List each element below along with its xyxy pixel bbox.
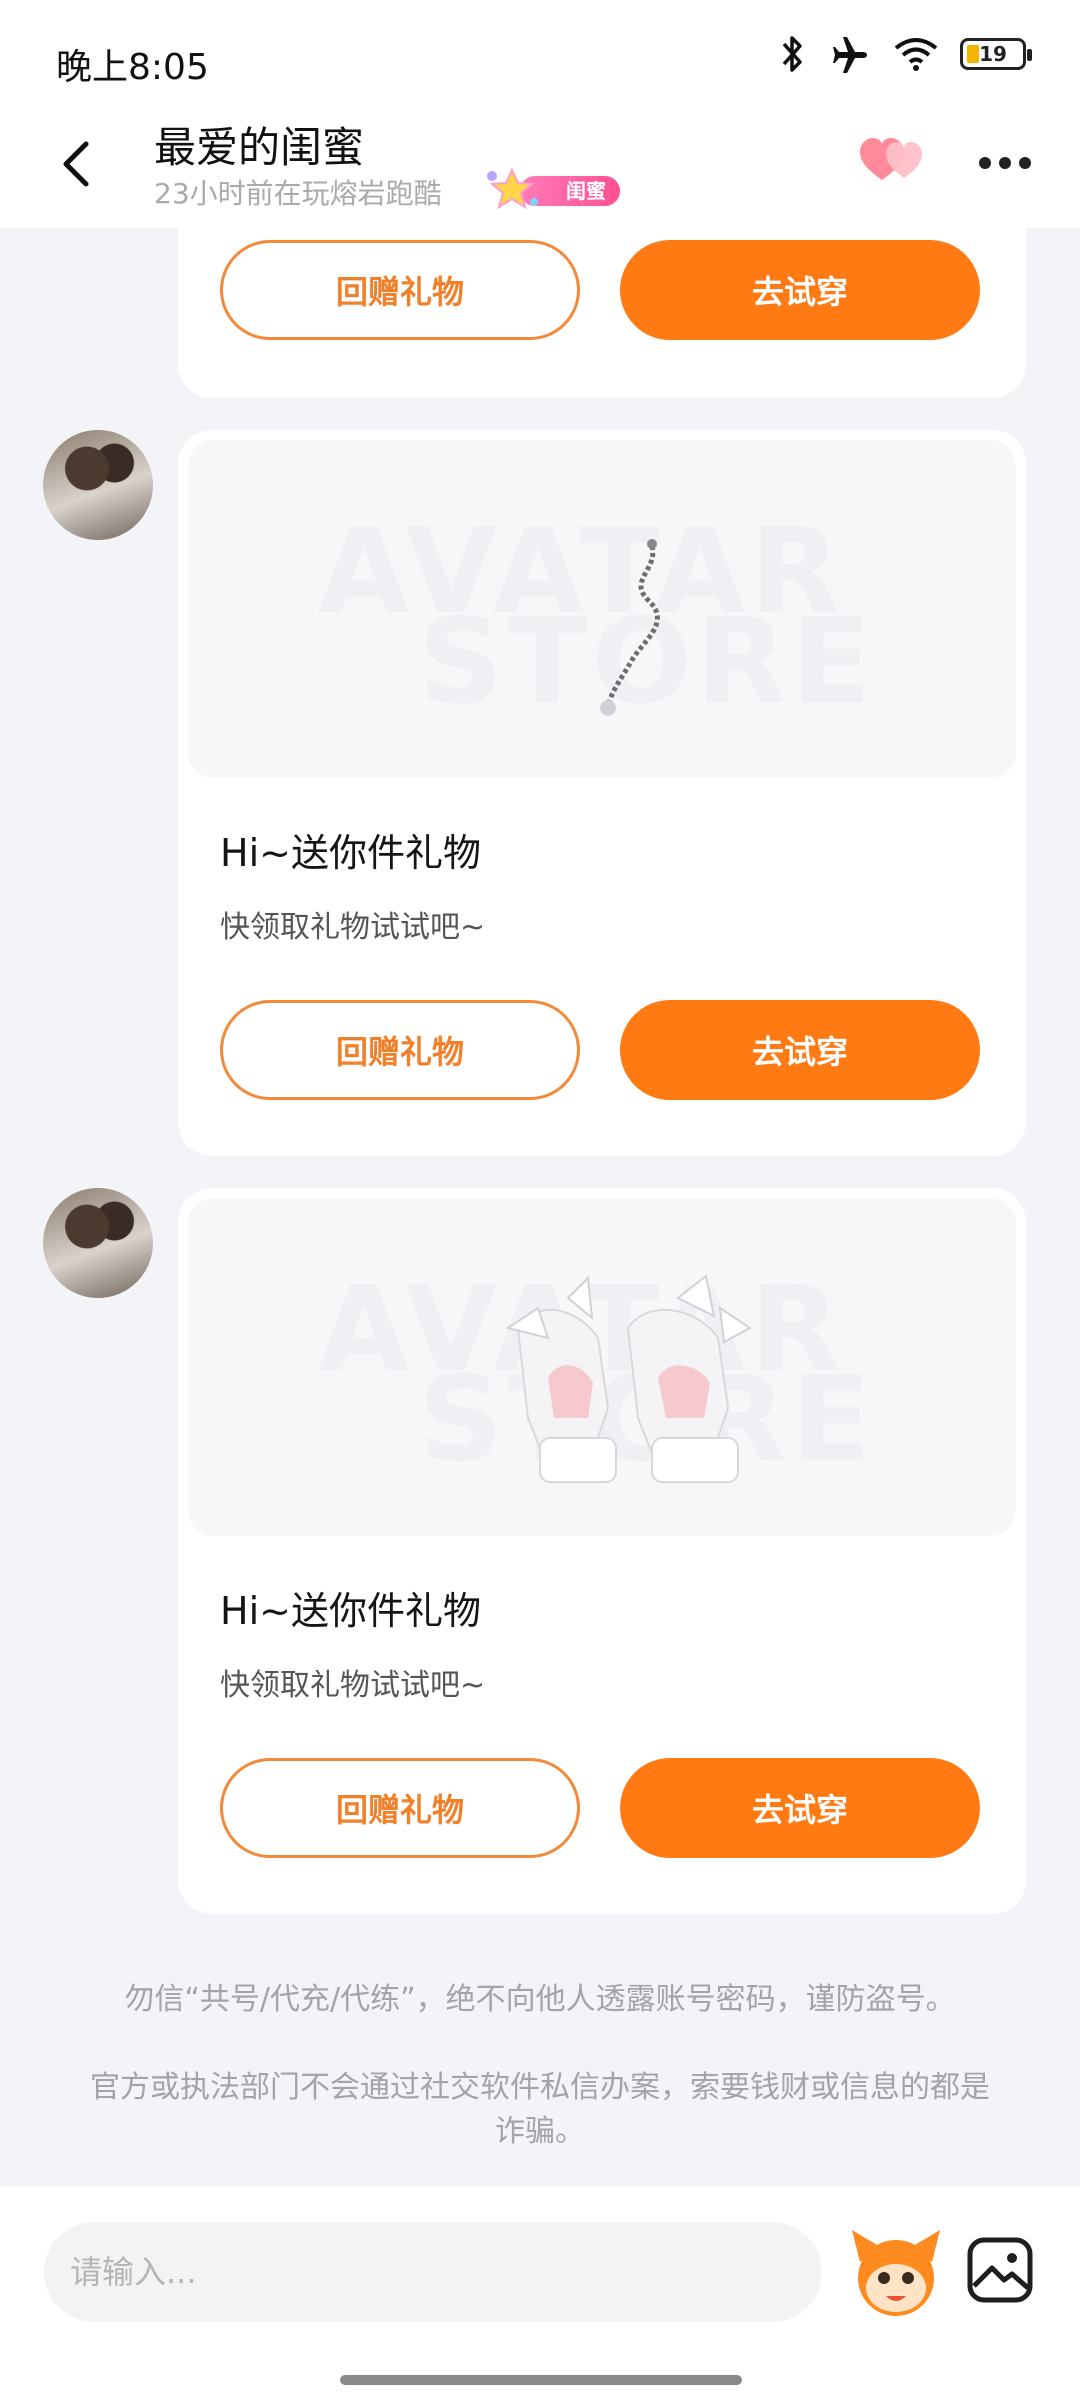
hearts-icon[interactable] <box>858 132 928 188</box>
fraud-notice: 官方或执法部门不会通过社交软件私信办案，索要钱财或信息的都是诈骗。 <box>90 2070 990 2149</box>
emoji-icon[interactable] <box>846 2222 946 2322</box>
battery-icon: 19 <box>960 38 1032 70</box>
return-gift-button[interactable]: 回赠礼物 <box>220 1758 580 1858</box>
chat-title: 最爱的闺蜜 <box>154 123 365 172</box>
message-input[interactable]: 请输入... <box>44 2222 822 2322</box>
airplane-icon <box>833 37 867 73</box>
status-icons: 19 <box>778 34 1032 74</box>
gift-subtitle: 快领取礼物试试吧~ <box>220 910 486 945</box>
home-indicator[interactable] <box>340 2375 742 2385</box>
gift-image[interactable]: AVATAR STORE <box>188 1198 1016 1536</box>
relationship-badge: 闺蜜 <box>482 167 622 210</box>
gift-title: Hi~送你件礼物 <box>220 831 481 875</box>
star-badge-icon <box>487 167 538 210</box>
necklace-chain-image <box>600 539 660 716</box>
gift-card: AVATAR STORE Hi~送你件礼物 快领取礼物试试吧~ 回赠礼物 去试穿 <box>178 1188 1026 1914</box>
avatar[interactable] <box>43 430 153 540</box>
gift-card-partial: 回赠礼物 去试穿 <box>178 228 1026 398</box>
status-time: 晚上8:05 <box>56 47 209 88</box>
status-bar: 晚上8:05 19 <box>0 0 1080 108</box>
try-on-button[interactable]: 去试穿 <box>620 1758 980 1858</box>
platform-shoes-image <box>505 1274 752 1483</box>
try-on-button[interactable]: 去试穿 <box>620 240 980 340</box>
battery-level: 19 <box>979 42 1007 66</box>
return-gift-button[interactable]: 回赠礼物 <box>220 1000 580 1100</box>
gift-title: Hi~送你件礼物 <box>220 1589 481 1633</box>
try-on-button[interactable]: 去试穿 <box>620 1000 980 1100</box>
return-gift-button[interactable]: 回赠礼物 <box>220 240 580 340</box>
gift-card: AVATAR STORE Hi~送你件礼物 快领取礼物试试吧~ 回赠礼物 去试穿 <box>178 430 1026 1156</box>
wifi-icon <box>894 38 938 71</box>
gift-image[interactable]: AVATAR STORE <box>188 440 1016 778</box>
chat-header: 最爱的闺蜜 23小时前在玩熔岩跑酷 闺蜜 <box>0 108 1080 228</box>
input-bar: 请输入... <box>0 2186 1080 2400</box>
avatar[interactable] <box>43 1188 153 1298</box>
chat-subtitle: 23小时前在玩熔岩跑酷 <box>154 177 442 210</box>
back-icon[interactable] <box>52 128 102 198</box>
gift-subtitle: 快领取礼物试试吧~ <box>220 1668 486 1703</box>
bluetooth-icon <box>782 36 802 72</box>
gallery-icon[interactable] <box>966 2236 1034 2304</box>
more-icon[interactable] <box>978 156 1032 170</box>
security-notice: 勿信“共号/代充/代练”，绝不向他人透露账号密码，谨防盗号。 <box>124 1982 956 2017</box>
